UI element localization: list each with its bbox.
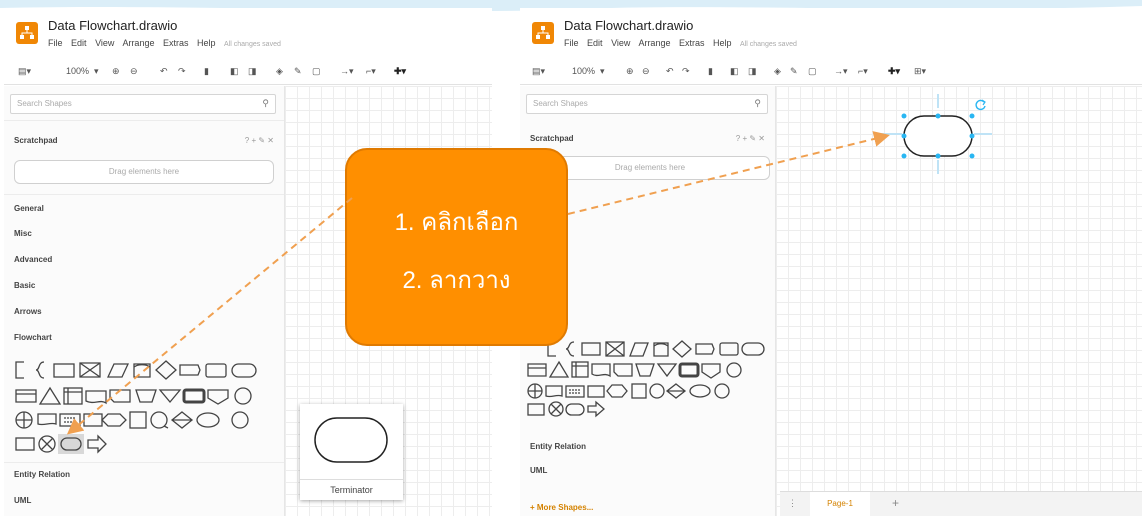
fill-icon[interactable]: ◈ <box>276 66 283 77</box>
search-input[interactable]: Search Shapes ⚲ <box>526 94 768 114</box>
tooltip-label: Terminator <box>300 479 403 500</box>
category-uml[interactable]: UML <box>530 466 547 475</box>
line-color-icon[interactable]: ✎ <box>294 66 302 77</box>
category-uml[interactable]: UML <box>14 496 31 505</box>
category-entity-relation[interactable]: Entity Relation <box>14 470 70 479</box>
terminator-preview-shape <box>314 417 388 463</box>
title-bar: Data Flowchart.drawio File Edit View Arr… <box>4 8 492 56</box>
connection-icon[interactable]: →▾ <box>834 66 848 77</box>
menu-file[interactable]: File <box>48 38 63 48</box>
scratchpad-title[interactable]: Scratchpad <box>530 134 574 143</box>
search-input[interactable]: Search Shapes ⚲ <box>10 94 276 114</box>
search-placeholder: Search Shapes <box>17 99 72 108</box>
category-basic[interactable]: Basic <box>14 281 35 290</box>
search-icon[interactable]: ⚲ <box>754 98 761 109</box>
menu-help[interactable]: Help <box>713 38 732 48</box>
toolbar: ▤▾ 100% ▾ ⊕ ⊖ ↶ ↷ ▮ ◧ ◨ ◈ ✎ ▢ →▾ ⌐▾ ✚▾ ⊞… <box>520 60 1142 85</box>
redo-icon[interactable]: ↷ <box>682 66 690 77</box>
divider <box>4 194 284 195</box>
scratchpad-tools[interactable]: ? + ✎ ✕ <box>736 134 765 143</box>
flowchart-shapes-palette[interactable] <box>526 340 776 422</box>
format-panel-icon[interactable]: ▤▾ <box>18 66 31 77</box>
right-drawio-window: Data Flowchart.drawio File Edit View Arr… <box>520 8 1142 516</box>
menu-view[interactable]: View <box>611 38 630 48</box>
format-panel-icon[interactable]: ▤▾ <box>532 66 545 77</box>
category-flowchart[interactable]: Flowchart <box>14 333 52 342</box>
shadow-icon[interactable]: ▢ <box>808 66 817 77</box>
menu-edit[interactable]: Edit <box>71 38 87 48</box>
menu-help[interactable]: Help <box>197 38 216 48</box>
waypoint-icon[interactable]: ⌐▾ <box>858 66 868 77</box>
shape-preview-tooltip: Terminator <box>300 404 403 500</box>
category-entity-relation[interactable]: Entity Relation <box>530 442 586 451</box>
category-arrows[interactable]: Arrows <box>14 307 42 316</box>
document-title[interactable]: Data Flowchart.drawio <box>564 18 693 33</box>
category-advanced[interactable]: Advanced <box>14 255 52 264</box>
scratchpad-tools[interactable]: ? + ✎ ✕ <box>245 136 274 145</box>
redo-icon[interactable]: ↷ <box>178 66 186 77</box>
menu-file[interactable]: File <box>564 38 579 48</box>
line-color-icon[interactable]: ✎ <box>790 66 798 77</box>
more-shapes-button[interactable]: + More Shapes... <box>530 503 593 512</box>
to-back-icon[interactable]: ◨ <box>248 66 257 77</box>
search-icon[interactable]: ⚲ <box>262 98 269 109</box>
zoom-in-icon[interactable]: ⊕ <box>112 66 120 77</box>
category-misc[interactable]: Misc <box>14 229 32 238</box>
scratchpad-title[interactable]: Scratchpad <box>14 136 58 145</box>
callout-step-1: 1. คลิกเลือก <box>394 209 519 236</box>
scratchpad-drop-zone[interactable]: Drag elements here <box>14 160 274 184</box>
zoom-in-icon[interactable]: ⊕ <box>626 66 634 77</box>
zoom-select[interactable]: 100% <box>66 66 89 76</box>
connection-icon[interactable]: →▾ <box>340 66 354 77</box>
delete-icon[interactable]: ▮ <box>708 66 713 77</box>
menu-extras[interactable]: Extras <box>163 38 189 48</box>
save-status: All changes saved <box>224 41 281 48</box>
zoom-select[interactable]: 100% <box>572 66 595 76</box>
flowchart-shapes-palette[interactable] <box>14 358 280 462</box>
add-page-button[interactable]: + <box>892 496 899 510</box>
rotate-icon[interactable] <box>974 98 988 112</box>
shapes-sidebar: Search Shapes ⚲ Scratchpad ? + ✎ ✕ Drag … <box>4 86 285 516</box>
instruction-callout: 1. คลิกเลือก 2. ลากวาง <box>345 148 568 346</box>
menu-edit[interactable]: Edit <box>587 38 603 48</box>
plus-icon[interactable]: ✚▾ <box>888 66 900 77</box>
document-title[interactable]: Data Flowchart.drawio <box>48 18 177 33</box>
toolbar: ▤▾ 100% ▾ ⊕ ⊖ ↶ ↷ ▮ ◧ ◨ ◈ ✎ ▢ →▾ ⌐▾ ✚▾ <box>4 60 492 85</box>
undo-icon[interactable]: ↶ <box>160 66 168 77</box>
zoom-out-icon[interactable]: ⊖ <box>130 66 138 77</box>
save-status: All changes saved <box>740 41 797 48</box>
delete-icon[interactable]: ▮ <box>204 66 209 77</box>
shadow-icon[interactable]: ▢ <box>312 66 321 77</box>
fill-icon[interactable]: ◈ <box>774 66 781 77</box>
waypoint-icon[interactable]: ⌐▾ <box>366 66 376 77</box>
menu-bar: File Edit View Arrange Extras Help All c… <box>48 38 287 48</box>
page-tab[interactable]: Page-1 <box>810 492 870 516</box>
diagram-canvas[interactable] <box>776 86 1142 516</box>
to-front-icon[interactable]: ◧ <box>230 66 239 77</box>
page-menu-icon[interactable]: ⋮ <box>788 498 797 509</box>
plus-icon[interactable]: ✚▾ <box>394 66 406 77</box>
drawio-logo-icon <box>532 22 554 44</box>
callout-step-2: 2. ลากวาง <box>402 267 511 294</box>
to-back-icon[interactable]: ◨ <box>748 66 757 77</box>
divider <box>4 462 284 463</box>
search-placeholder: Search Shapes <box>533 99 588 108</box>
undo-icon[interactable]: ↶ <box>666 66 674 77</box>
to-front-icon[interactable]: ◧ <box>730 66 739 77</box>
chevron-down-icon[interactable]: ▾ <box>94 66 99 77</box>
table-icon[interactable]: ⊞▾ <box>914 66 926 77</box>
drawio-logo-icon <box>16 22 38 44</box>
page-tab-bar: ⋮ Page-1 + <box>780 491 1142 516</box>
menu-bar: File Edit View Arrange Extras Help All c… <box>564 38 803 48</box>
menu-arrange[interactable]: Arrange <box>638 38 670 48</box>
menu-arrange[interactable]: Arrange <box>122 38 154 48</box>
menu-view[interactable]: View <box>95 38 114 48</box>
chevron-down-icon[interactable]: ▾ <box>600 66 605 77</box>
menu-extras[interactable]: Extras <box>679 38 705 48</box>
category-general[interactable]: General <box>14 204 44 213</box>
zoom-out-icon[interactable]: ⊖ <box>642 66 650 77</box>
divider <box>4 120 284 121</box>
title-bar: Data Flowchart.drawio File Edit View Arr… <box>520 8 1142 56</box>
